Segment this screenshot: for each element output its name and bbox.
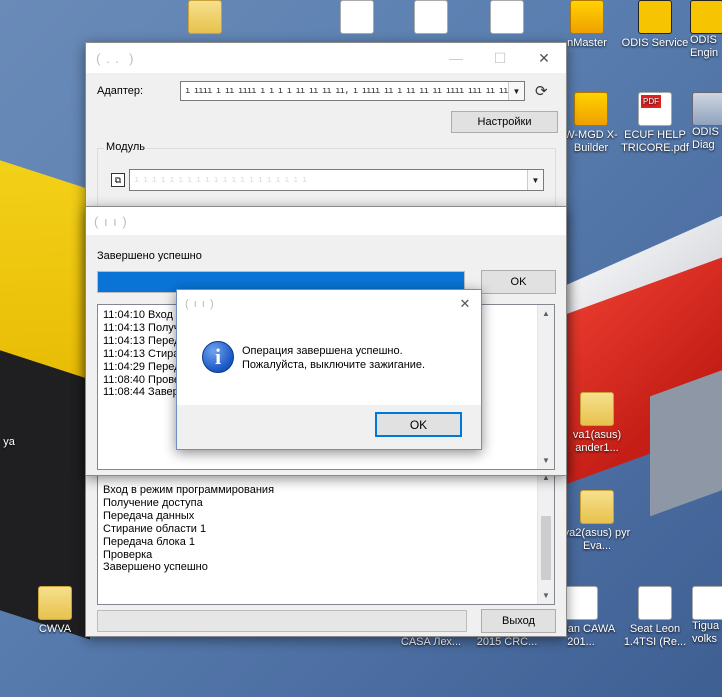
desktop-icon-tigua-volks[interactable]: Tigua volks	[692, 586, 722, 646]
document-icon	[414, 0, 448, 34]
log-line: Проверка	[103, 548, 153, 561]
progress-window-title: ( ı ı )	[94, 213, 128, 229]
document-icon	[692, 586, 722, 620]
adapter-label: Адаптер:	[97, 85, 144, 97]
document-icon	[564, 586, 598, 620]
log-line: Стирание области 1	[103, 522, 207, 535]
desktop-icon-label: ECUF HELP TRICORE.pdf	[621, 129, 689, 154]
settings-button[interactable]: Настройки	[451, 111, 558, 133]
module-window-icon[interactable]: ⧉	[111, 173, 125, 187]
adapter-select[interactable]: ı ıııı ı ıı ıııı ı ı ı ı ıı ıı ıı ıı, ı …	[180, 81, 525, 101]
main-log-scrollbar[interactable]: ▲ ▼	[537, 469, 554, 604]
main-window-titlebar[interactable]: ( . . ) — ☐ ✕	[86, 43, 566, 73]
chevron-down-icon[interactable]: ▼	[508, 82, 524, 100]
desktop-icon-ecuf-help[interactable]: ECUF HELP TRICORE.pdf	[616, 92, 694, 155]
desktop-icon-label: ya	[3, 436, 15, 448]
desktop-icon-label: va2(asus) pyr Eva...	[563, 527, 631, 552]
message-box: ( ı ı ) ✕ i Операция завершена успешно. …	[176, 289, 482, 450]
desktop-icon-cwva[interactable]: CWVA	[16, 586, 94, 636]
desktop-icon-eva1[interactable]: va1(asus) ander1...	[558, 392, 636, 455]
desktop-icon-label: 2015 CRC...	[476, 636, 538, 648]
main-log-box[interactable]: Вход в режим программирования Получение …	[97, 468, 555, 605]
progress-ok-button[interactable]: OK	[481, 270, 556, 294]
folder-icon	[188, 0, 222, 34]
odis-icon	[690, 0, 722, 34]
desktop-icon-doc-top-1[interactable]	[318, 0, 396, 37]
document-icon	[340, 0, 374, 34]
log-line: Передача блока 1	[103, 535, 196, 548]
folder-icon	[38, 586, 72, 620]
chevron-down-icon[interactable]: ▼	[527, 170, 543, 190]
info-icon: i	[202, 341, 234, 373]
log-line: Получение доступа	[103, 496, 203, 509]
message-line-2: Пожалуйста, выключите зажигание.	[242, 359, 426, 371]
desktop-icon-odis-service[interactable]: ODIS Service	[616, 0, 694, 50]
scroll-down-icon[interactable]: ▼	[538, 587, 554, 604]
shield-icon	[570, 0, 604, 34]
scroll-up-icon[interactable]: ▲	[538, 305, 554, 322]
message-line-1: Операция завершена успешно.	[242, 345, 403, 357]
document-icon	[490, 0, 524, 34]
message-box-title: ( ı ı )	[185, 297, 215, 310]
desktop-icon-label: ODIS Engin	[690, 34, 719, 59]
desktop-icon-odis-engineering[interactable]: ODIS Engin	[690, 0, 722, 60]
maximize-icon[interactable]: ☐	[478, 43, 522, 73]
progress-status-label: Завершено успешно	[97, 250, 202, 262]
folder-icon	[580, 490, 614, 524]
desktop-icon-seat-leon[interactable]: Seat Leon 1.4TSI (Re...	[616, 586, 694, 649]
adapter-value: ı ıııı ı ıı ıııı ı ı ı ı ıı ıı ıı ıı, ı …	[185, 86, 508, 96]
module-select[interactable]: ı ı ı ı ı ı ı ı ı ı ı ı ı ı ı ı ı ı ı ı …	[129, 169, 544, 191]
pdf-icon	[638, 92, 672, 126]
main-window-title: ( . . )	[94, 50, 135, 66]
app-icon	[692, 92, 722, 126]
desktop-icon-casa[interactable]: CASA Лех...	[392, 636, 470, 649]
module-value: ı ı ı ı ı ı ı ı ı ı ı ı ı ı ı ı ı ı ı ı	[134, 175, 307, 185]
odis-icon	[638, 0, 672, 34]
desktop-icon-doc-top-3[interactable]	[468, 0, 546, 37]
desktop-icon-crc[interactable]: 2015 CRC...	[468, 636, 546, 649]
desktop-icon-folder-top[interactable]	[166, 0, 244, 37]
close-icon[interactable]: ✕	[522, 43, 566, 73]
desktop-icon-label: ODIS Service	[621, 37, 689, 49]
scroll-down-icon[interactable]: ▼	[538, 452, 554, 469]
main-log-lines: Вход в режим программирования Получение …	[98, 469, 554, 574]
progress-log-scrollbar[interactable]: ▲ ▼	[537, 305, 554, 469]
desktop-icon-label: ODIS Diag	[692, 126, 719, 151]
main-progress-bar	[97, 610, 467, 632]
message-text: Операция завершена успешно. Пожалуйста, …	[242, 344, 425, 372]
desktop-icon-odis-diag[interactable]: ODIS Diag	[692, 92, 722, 152]
message-box-body: i Операция завершена успешно. Пожалуйста…	[177, 317, 481, 405]
desktop-icon-eva2[interactable]: va2(asus) pyr Eva...	[558, 490, 636, 553]
refresh-icon[interactable]: ⟳	[535, 82, 548, 100]
progress-window-titlebar[interactable]: ( ı ı )	[86, 207, 566, 235]
exit-button[interactable]: Выход	[481, 609, 556, 633]
desktop-icon-label: va1(asus) ander1...	[572, 429, 622, 454]
minimize-icon[interactable]: —	[434, 43, 478, 73]
message-ok-button[interactable]: OK	[375, 412, 462, 437]
shield-icon	[574, 92, 608, 126]
desktop-icon-left-ya[interactable]: ya	[0, 436, 48, 449]
close-icon[interactable]: ✕	[449, 290, 481, 317]
log-line: Завершено успешно	[103, 561, 208, 574]
desktop-icon-label: CWVA	[38, 623, 72, 635]
desktop-icon-doc-top-2[interactable]	[392, 0, 470, 37]
log-line: Передача данных	[103, 509, 195, 522]
desktop-icon-label: CASA Лех...	[400, 636, 462, 648]
desktop-icon-label: Tigua volks	[692, 620, 720, 645]
log-line: Вход в режим программирования	[103, 484, 275, 496]
message-box-titlebar[interactable]: ( ı ı ) ✕	[177, 290, 481, 317]
document-icon	[638, 586, 672, 620]
folder-icon	[580, 392, 614, 426]
desktop-icon-label: Seat Leon 1.4TSI (Re...	[623, 623, 687, 648]
scroll-thumb[interactable]	[541, 516, 551, 580]
module-group-label: Модуль	[104, 141, 147, 153]
